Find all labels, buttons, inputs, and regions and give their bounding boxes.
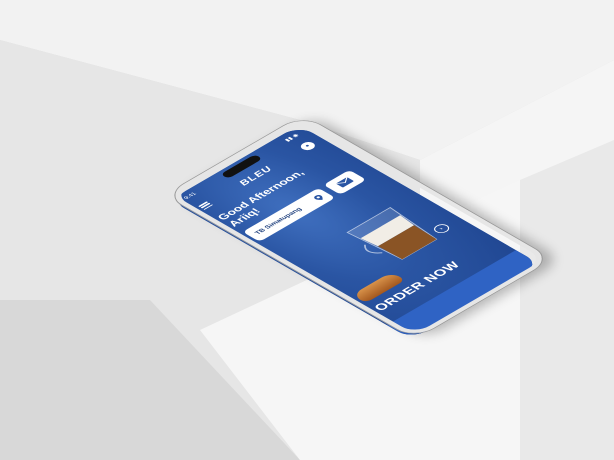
location-pin-icon [313, 194, 323, 200]
mail-icon [335, 177, 354, 188]
scene: 9:41 ▮▮ ◉ BLEU ● Good Afternoon, Ariiq! … [0, 0, 614, 460]
phone: 9:41 ▮▮ ◉ BLEU ● Good Afternoon, Ariiq! … [140, 50, 553, 410]
